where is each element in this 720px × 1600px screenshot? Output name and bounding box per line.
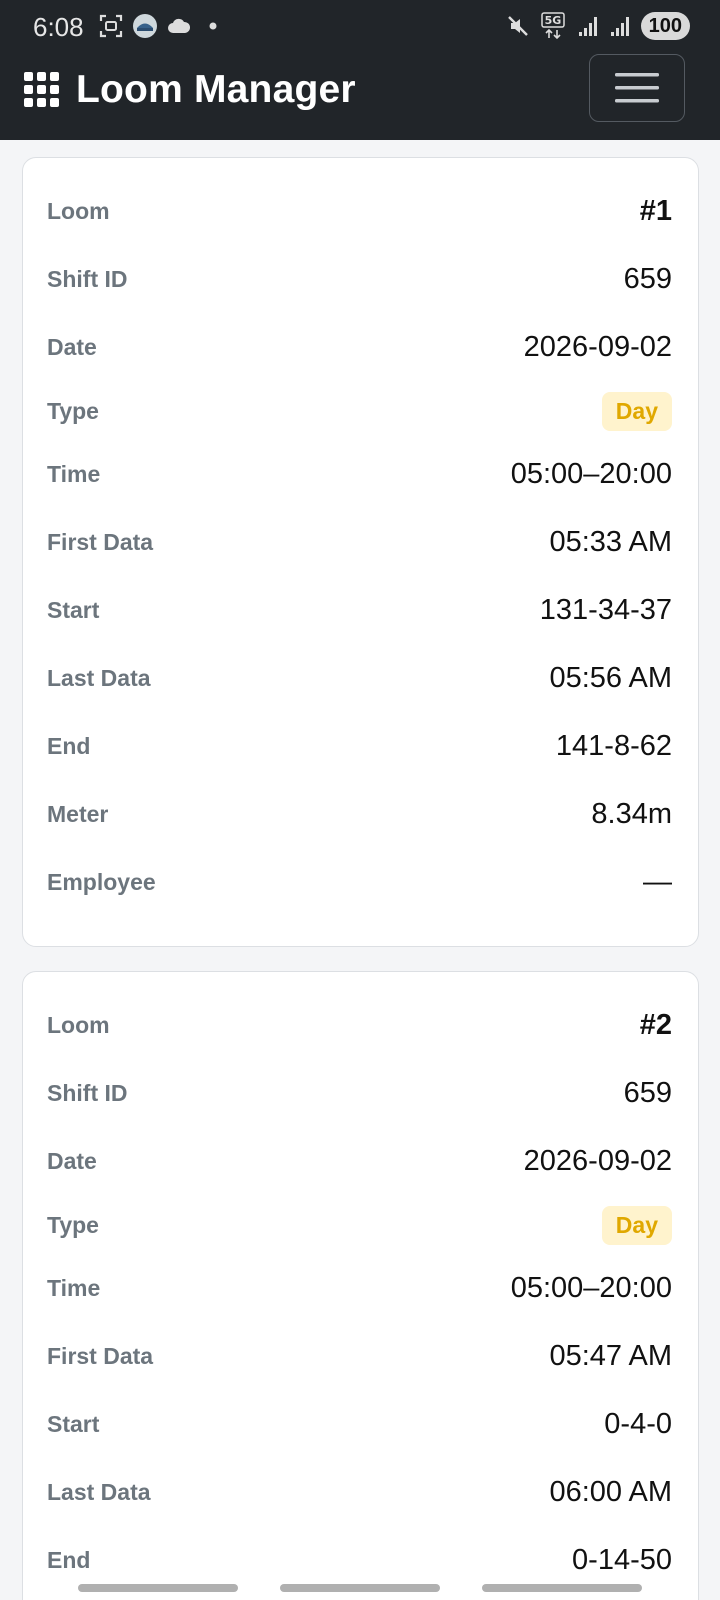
shift-record-card[interactable]: Loom #2 Shift ID 659 Date 2026-09-02 Typ… xyxy=(22,971,699,1600)
row-meter: Meter 8.34m xyxy=(47,794,672,834)
shift-id-label: Shift ID xyxy=(47,265,128,292)
navbar: Loom Manager xyxy=(0,54,720,140)
row-shift-id: Shift ID 659 xyxy=(47,259,672,299)
end-label: End xyxy=(47,1546,91,1573)
type-badge: Day xyxy=(601,1205,672,1245)
row-type: Type Day xyxy=(47,1205,672,1245)
shift-id-value: 659 xyxy=(623,1076,672,1109)
last-data-label: Last Data xyxy=(47,664,151,691)
loom-value: #1 xyxy=(639,194,672,227)
nav-pill xyxy=(482,1584,642,1592)
signal-icon-2 xyxy=(610,17,629,36)
row-time: Time 05:00–20:00 xyxy=(47,454,672,494)
time-label: Time xyxy=(47,1274,101,1301)
nav-pill xyxy=(78,1584,238,1592)
loom-label: Loom xyxy=(47,1011,110,1038)
status-notification-icons xyxy=(98,13,226,39)
type-label: Type xyxy=(47,397,99,424)
row-first-data: First Data 05:47 AM xyxy=(47,1336,672,1376)
app-title: Loom Manager xyxy=(76,68,356,111)
app-header: 6:08 5G 100 Loom Manager xyxy=(0,0,720,140)
employee-label: Employee xyxy=(47,868,156,895)
end-value: 0-14-50 xyxy=(572,1543,672,1576)
start-label: Start xyxy=(47,596,100,623)
hamburger-icon xyxy=(615,73,659,103)
shift-id-label: Shift ID xyxy=(47,1079,128,1106)
row-start: Start 0-4-0 xyxy=(47,1404,672,1444)
row-date: Date 2026-09-02 xyxy=(47,327,672,367)
grid-apps-icon xyxy=(24,72,59,107)
first-data-value: 05:33 AM xyxy=(549,525,672,558)
mute-icon xyxy=(507,16,528,36)
date-value: 2026-09-02 xyxy=(523,1144,672,1177)
date-label: Date xyxy=(47,1147,97,1174)
last-data-value: 06:00 AM xyxy=(549,1475,672,1508)
dot-icon xyxy=(209,22,217,30)
row-time: Time 05:00–20:00 xyxy=(47,1268,672,1308)
time-value: 05:00–20:00 xyxy=(510,457,672,490)
time-value: 05:00–20:00 xyxy=(510,1271,672,1304)
row-type: Type Day xyxy=(47,391,672,431)
end-label: End xyxy=(47,732,91,759)
first-data-label: First Data xyxy=(47,528,154,555)
first-data-label: First Data xyxy=(47,1342,154,1369)
type-badge: Day xyxy=(601,391,672,431)
date-value: 2026-09-02 xyxy=(523,330,672,363)
shift-record-card[interactable]: Loom #1 Shift ID 659 Date 2026-09-02 Typ… xyxy=(22,157,699,947)
brand[interactable]: Loom Manager xyxy=(24,68,356,112)
row-shift-id: Shift ID 659 xyxy=(47,1073,672,1113)
employee-value: — xyxy=(643,865,672,898)
signal-icon xyxy=(578,17,597,36)
end-value: 141-8-62 xyxy=(555,729,672,762)
last-data-label: Last Data xyxy=(47,1478,151,1505)
row-loom: Loom #1 xyxy=(47,191,672,231)
row-end: End 141-8-62 xyxy=(47,726,672,766)
start-label: Start xyxy=(47,1410,100,1437)
nav-pill xyxy=(280,1584,440,1592)
first-data-value: 05:47 AM xyxy=(549,1339,672,1372)
row-employee: Employee — xyxy=(47,862,672,902)
status-bar: 6:08 5G 100 xyxy=(0,0,720,54)
cloud-icon xyxy=(168,18,191,33)
row-end: End 0-14-50 xyxy=(47,1540,672,1580)
time-label: Time xyxy=(47,460,101,487)
app-avatar-icon xyxy=(133,14,157,38)
meter-label: Meter xyxy=(47,800,109,827)
type-label: Type xyxy=(47,1211,99,1238)
screenshot-icon xyxy=(99,14,123,38)
svg-text:5G: 5G xyxy=(544,14,561,27)
status-system-icons: 5G 100 xyxy=(505,12,690,40)
status-time: 6:08 xyxy=(33,12,84,42)
row-start: Start 131-34-37 xyxy=(47,590,672,630)
date-label: Date xyxy=(47,333,97,360)
row-last-data: Last Data 06:00 AM xyxy=(47,1472,672,1512)
row-loom: Loom #2 xyxy=(47,1005,672,1045)
meter-value: 8.34m xyxy=(591,797,672,830)
row-date: Date 2026-09-02 xyxy=(47,1141,672,1181)
loom-value: #2 xyxy=(639,1008,672,1041)
last-data-value: 05:56 AM xyxy=(549,661,672,694)
row-first-data: First Data 05:33 AM xyxy=(47,522,672,562)
battery-indicator: 100 xyxy=(640,12,690,40)
menu-toggle-button[interactable] xyxy=(589,54,685,122)
shift-id-value: 659 xyxy=(623,262,672,295)
loom-label: Loom xyxy=(47,197,110,224)
start-value: 0-4-0 xyxy=(604,1407,672,1440)
network-5g-icon: 5G xyxy=(540,12,565,40)
start-value: 131-34-37 xyxy=(539,593,672,626)
row-last-data: Last Data 05:56 AM xyxy=(47,658,672,698)
